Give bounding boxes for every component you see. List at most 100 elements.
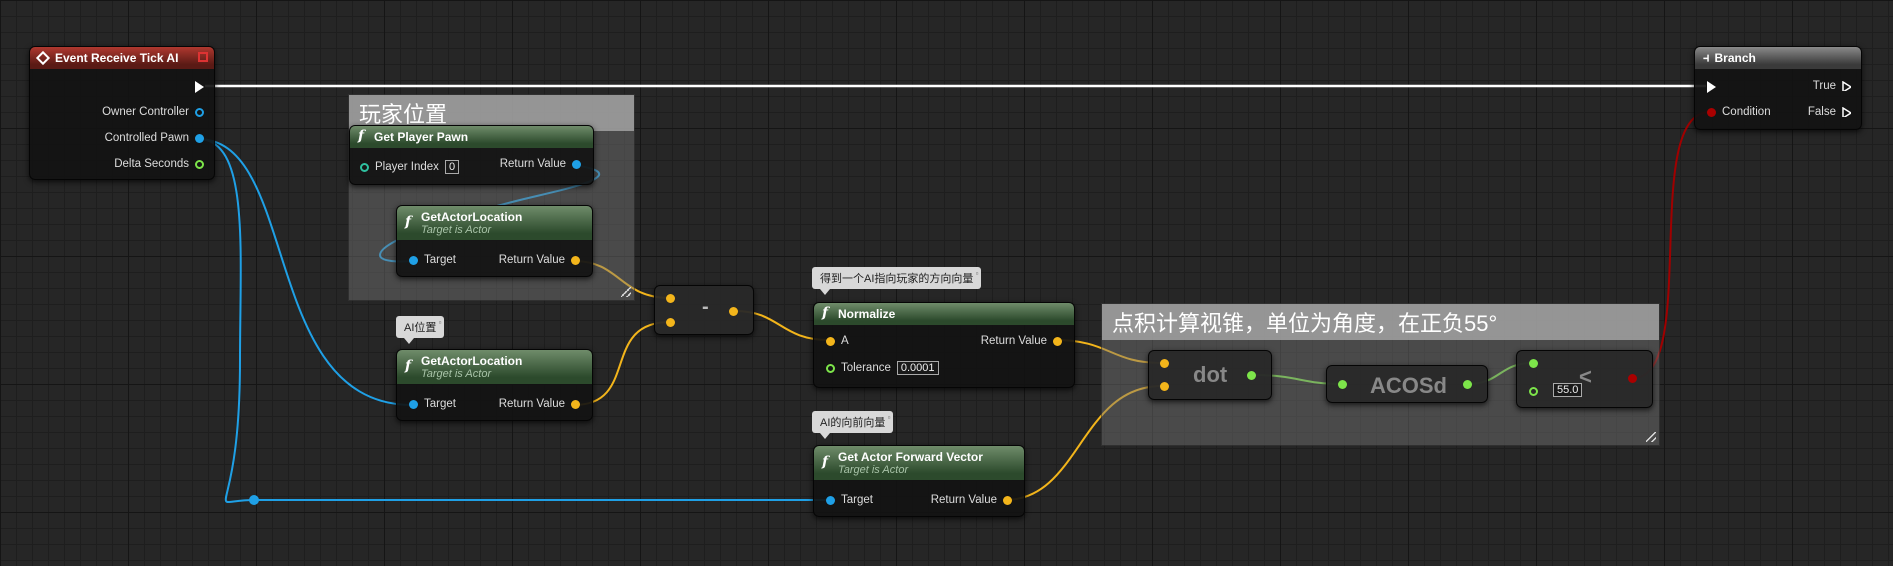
node-subtitle: Target is Actor — [421, 368, 492, 380]
node-header: f Get Player Pawn — [350, 126, 593, 148]
player-index-input[interactable]: 0 — [444, 160, 460, 174]
true-exec-pin[interactable] — [1842, 81, 1851, 91]
tolerance-pin[interactable] — [826, 363, 835, 373]
get-actor-location-node-1[interactable]: f GetActorLocation Target is Actor Targe… — [396, 205, 593, 277]
get-player-pawn-node[interactable]: f Get Player Pawn Player Index 0 Return … — [349, 125, 594, 185]
delegate-pin[interactable] — [198, 52, 208, 62]
exec-in-pin[interactable] — [1707, 81, 1716, 93]
input-b-pin[interactable] — [666, 318, 675, 327]
resize-handle[interactable] — [621, 287, 631, 297]
function-icon: f — [822, 454, 829, 470]
function-icon: f — [405, 358, 412, 374]
input-a-pin[interactable] — [1160, 359, 1169, 368]
input-b-pin[interactable] — [1529, 387, 1538, 396]
return-row: Return Value — [500, 158, 581, 170]
node-header: Event Receive Tick AI — [30, 47, 214, 69]
pin-label: Controlled Pawn — [104, 132, 189, 144]
output-pin[interactable] — [1628, 374, 1637, 383]
return-value-pin[interactable] — [1003, 495, 1012, 505]
return-row: Return Value — [981, 335, 1062, 347]
note-forward-vector[interactable]: AI的向前向量 ▫ — [812, 411, 894, 439]
target-pin[interactable] — [826, 495, 835, 505]
condition-pin[interactable] — [1707, 107, 1716, 117]
target-pin[interactable] — [409, 255, 418, 265]
true-row: True — [1813, 80, 1851, 92]
note-ai-position[interactable]: AI位置 ▫ — [396, 316, 445, 344]
branch-node[interactable]: ⫞ Branch Condition True False — [1694, 46, 1862, 130]
get-actor-forward-vector-node[interactable]: f Get Actor Forward Vector Target is Act… — [813, 445, 1025, 517]
note-text: AI位置 — [404, 322, 437, 334]
return-value-pin[interactable] — [571, 399, 580, 409]
input-b-pin[interactable] — [1160, 382, 1169, 391]
target-row: Target — [826, 494, 873, 506]
a-row: A — [826, 335, 849, 347]
owner-controller-pin[interactable] — [195, 107, 204, 117]
node-header: f Normalize — [814, 303, 1074, 325]
subtract-node[interactable]: - — [654, 285, 754, 335]
node-header: f GetActorLocation Target is Actor — [397, 206, 592, 240]
function-icon: f — [822, 305, 829, 321]
node-subtitle: Target is Actor — [421, 224, 492, 236]
less-than-node[interactable]: 55.0 < — [1516, 350, 1653, 408]
output-pin[interactable] — [1247, 371, 1256, 380]
node-title: Event Receive Tick AI — [55, 51, 179, 65]
player-index-pin[interactable] — [360, 162, 369, 172]
input-a-pin[interactable] — [1529, 359, 1538, 368]
pin-label: False — [1807, 106, 1836, 118]
function-icon: f — [358, 128, 365, 144]
resize-handle[interactable] — [1646, 432, 1656, 442]
note-direction-vector[interactable]: 得到一个AI指向玩家的方向向量 ▫ — [812, 267, 982, 295]
owner-controller-row: Owner Controller — [102, 106, 204, 118]
event-icon — [35, 50, 51, 66]
pin-label: Owner Controller — [102, 106, 189, 118]
close-icon[interactable]: ▫ — [888, 413, 891, 422]
return-value-pin[interactable] — [571, 255, 580, 265]
target-pin[interactable] — [409, 399, 418, 409]
target-row: Target — [409, 254, 456, 266]
note-text: 得到一个AI指向玩家的方向向量 — [820, 273, 974, 285]
input-pin[interactable] — [1338, 380, 1347, 389]
pin-label: Condition — [1722, 106, 1771, 118]
event-receive-tick-node[interactable]: Event Receive Tick AI Owner Controller C… — [29, 46, 215, 180]
tolerance-input[interactable]: 0.0001 — [896, 361, 939, 375]
exec-out-row — [195, 81, 204, 93]
exec-out-pin[interactable] — [195, 81, 204, 93]
false-exec-pin[interactable] — [1842, 107, 1851, 117]
close-icon[interactable]: ▫ — [976, 269, 979, 278]
compare-value-input[interactable]: 55.0 — [1553, 383, 1583, 397]
input-a-pin[interactable] — [666, 294, 675, 303]
controlled-pawn-row: Controlled Pawn — [105, 132, 204, 144]
pin-label: Return Value — [499, 158, 566, 170]
controlled-pawn-pin[interactable] — [195, 133, 204, 143]
return-row: Return Value — [499, 398, 580, 410]
pin-label: Tolerance — [841, 362, 891, 374]
acosd-node[interactable]: ACOSd — [1326, 365, 1488, 403]
pin-label: Target — [841, 494, 873, 506]
delta-seconds-row: Delta Seconds — [114, 158, 204, 170]
note-text: AI的向前向量 — [820, 417, 886, 429]
output-pin[interactable] — [1463, 380, 1472, 389]
return-value-pin[interactable] — [1053, 336, 1062, 346]
player-index-row: Player Index 0 — [360, 160, 460, 174]
pin-label: True — [1812, 80, 1836, 92]
normalize-node[interactable]: f Normalize A Return Value Tolerance 0.0… — [813, 302, 1075, 388]
node-header: f Get Actor Forward Vector Target is Act… — [814, 446, 1024, 480]
dot-product-node[interactable]: dot — [1148, 350, 1272, 400]
exec-in-row — [1707, 81, 1716, 93]
a-pin[interactable] — [826, 336, 835, 346]
delta-seconds-pin[interactable] — [195, 159, 204, 169]
pin-label: Return Value — [980, 335, 1047, 347]
comment-title: 点积计算视锥，单位为角度，在正负55° — [1102, 304, 1659, 340]
close-icon[interactable]: ▫ — [439, 318, 442, 327]
return-value-pin[interactable] — [572, 159, 581, 169]
false-row: False — [1808, 106, 1851, 118]
pin-label: Return Value — [930, 494, 997, 506]
target-row: Target — [409, 398, 456, 410]
get-actor-location-node-2[interactable]: f GetActorLocation Target is Actor Targe… — [396, 349, 593, 421]
node-title: Normalize — [838, 307, 896, 321]
condition-row: Condition — [1707, 106, 1771, 118]
node-title: GetActorLocation — [421, 210, 523, 224]
output-pin[interactable] — [729, 307, 738, 316]
pin-label: Return Value — [498, 398, 565, 410]
node-subtitle: Target is Actor — [838, 464, 909, 476]
